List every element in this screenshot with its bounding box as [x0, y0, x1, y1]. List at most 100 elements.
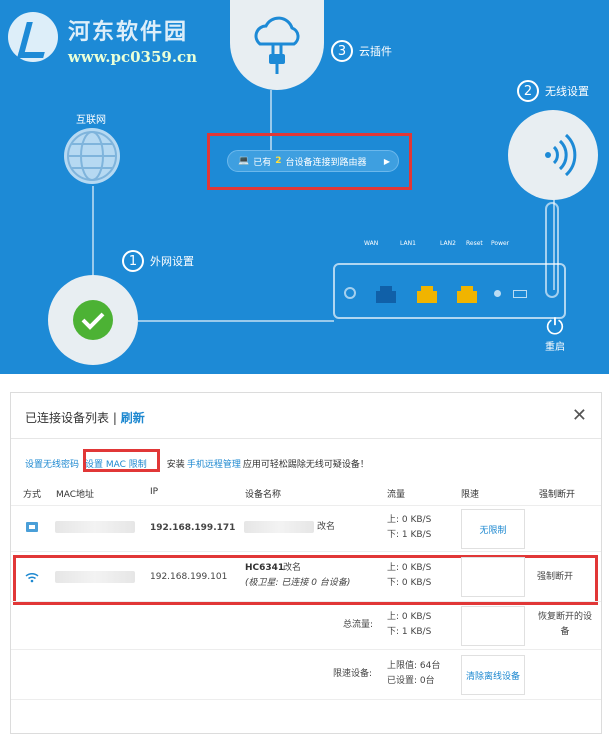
connector-line — [92, 186, 94, 278]
total-speed-box — [461, 606, 525, 646]
cloud-plugin-button[interactable] — [230, 0, 324, 90]
globe-icon — [64, 128, 120, 184]
col-name: 设备名称 — [245, 490, 282, 500]
step-wan[interactable]: 1 外网设置 — [122, 250, 194, 272]
col-disconnect: 强制断开 — [539, 490, 576, 500]
device-name: HC6341 — [245, 563, 285, 573]
lan2-port-icon — [457, 286, 477, 303]
total-down: 下: 1 KB/S — [387, 627, 432, 637]
table-header: 方式 MAC地址 IP 设备名称 流量 限速 强制断开 — [11, 485, 601, 503]
status-prefix: 已有 — [253, 157, 272, 168]
watermark-url: www.pc0359.cn — [68, 48, 198, 66]
remote-app-link[interactable]: 手机远程管理 — [187, 457, 241, 470]
install-prefix: 安装 — [166, 460, 185, 470]
wan-settings-button[interactable] — [48, 275, 138, 365]
cloud-plug-icon — [254, 16, 300, 74]
power-socket-icon — [513, 290, 527, 298]
divider — [11, 601, 601, 602]
port-label-power: Power — [491, 240, 510, 247]
status-suffix: 台设备连接到路由器 — [285, 157, 367, 168]
wireless-settings-button[interactable] — [508, 110, 598, 200]
port-label-wan: WAN — [364, 240, 379, 247]
laptop-icon: 💻 — [238, 156, 250, 166]
step-number: 2 — [517, 80, 539, 102]
watermark-logo-icon — [8, 12, 58, 62]
rename-link[interactable]: 改名 — [283, 561, 301, 576]
mac-limit-link[interactable]: 设置 MAC 限制 — [85, 457, 147, 470]
limited-label: 限速设备: — [333, 669, 373, 679]
divider — [11, 699, 601, 700]
restore-disconnected-link[interactable]: 恢复断开的设备 — [537, 610, 593, 640]
reboot-button[interactable]: ⏻ 重启 — [540, 315, 570, 354]
speed-limit-value: 无限制 — [479, 525, 507, 536]
device-ip: 192.168.199.101 — [150, 572, 228, 582]
step-number: 1 — [122, 250, 144, 272]
clear-offline-label: 清除离线设备 — [465, 671, 520, 682]
divider — [11, 649, 601, 650]
mac-address-redacted — [55, 571, 135, 583]
step-label: 云插件 — [359, 45, 392, 58]
play-arrow-icon: ▶ — [383, 156, 390, 166]
port-label-lan1: LAN1 — [400, 240, 416, 247]
step-label: 外网设置 — [150, 255, 194, 268]
title-text: 已连接设备列表 — [25, 411, 110, 425]
speed-limit-button[interactable]: 无限制 — [461, 509, 525, 549]
device-count: 2 — [275, 156, 282, 166]
limit-set: 已设置: 0台 — [387, 676, 435, 686]
total-label: 总流量: — [343, 620, 374, 630]
dialog-title: 已连接设备列表 | 刷新 — [25, 409, 145, 426]
divider — [11, 551, 601, 552]
step-wireless[interactable]: 2 无线设置 — [517, 80, 589, 102]
antenna-jack-icon — [344, 287, 356, 299]
lan-icon — [26, 522, 38, 532]
step-label: 无线设置 — [545, 85, 589, 98]
device-ip: 192.168.199.171 — [150, 523, 236, 533]
router-device — [333, 263, 566, 319]
antenna-icon — [545, 202, 559, 298]
limit-max: 上限值: 64台 — [387, 661, 441, 671]
lan1-port-icon — [417, 286, 437, 303]
wifi-password-link[interactable]: 设置无线密码 — [25, 457, 79, 470]
clear-offline-button[interactable]: 清除离线设备 — [461, 655, 525, 695]
col-type: 方式 — [23, 490, 42, 500]
router-status-panel: 河东软件园 www.pc0359.cn 3 云插件 互联网 💻 已有 2 台设备 — [0, 0, 609, 374]
title-separator: | — [109, 411, 121, 425]
wifi-signal-icon — [545, 133, 577, 177]
port-label-reset: Reset — [466, 240, 483, 247]
col-mac: MAC地址 — [56, 490, 95, 500]
reboot-label: 重启 — [545, 342, 565, 353]
power-icon: ⏻ — [546, 315, 564, 340]
watermark: 河东软件园 www.pc0359.cn — [6, 8, 206, 70]
check-icon — [73, 300, 113, 340]
install-suffix: 应用可轻松踢除无线可疑设备！ — [242, 460, 369, 470]
traffic-up: 上: 0 KB/S — [387, 563, 432, 573]
port-label-lan2: LAN2 — [440, 240, 456, 247]
reset-hole-icon — [494, 290, 501, 297]
force-disconnect-link[interactable]: 强制断开 — [537, 570, 573, 585]
close-icon[interactable]: ✕ — [572, 405, 587, 426]
step-number: 3 — [331, 40, 353, 62]
step-cloud-plugin[interactable]: 3 云插件 — [331, 40, 392, 62]
traffic-down: 下: 0 KB/S — [387, 578, 432, 588]
rename-link[interactable]: 改名 — [317, 520, 335, 535]
device-name-redacted — [244, 521, 314, 533]
internet-label: 互联网 — [76, 115, 106, 126]
dialog-toolbar: 设置无线密码 设置 MAC 限制 安装 手机远程管理 应用可轻松踢除无线可疑设备… — [25, 457, 369, 470]
dialog-header: 已连接设备列表 | 刷新 ✕ — [11, 393, 601, 439]
connector-line — [138, 320, 334, 322]
traffic-up: 上: 0 KB/S — [387, 515, 432, 525]
watermark-title: 河东软件园 — [68, 19, 189, 45]
col-ip: IP — [150, 487, 159, 497]
speed-limit-button[interactable] — [461, 557, 525, 597]
device-subtitle: (极卫星: 已连接 0 台设备) — [245, 578, 351, 588]
total-up: 上: 0 KB/S — [387, 612, 432, 622]
col-traffic: 流量 — [387, 490, 406, 500]
wan-port-icon — [376, 286, 396, 303]
traffic-down: 下: 1 KB/S — [387, 530, 432, 540]
divider — [11, 505, 601, 506]
mac-address-redacted — [55, 521, 135, 533]
connected-devices-button[interactable]: 💻 已有 2 台设备连接到路由器 ▶ — [227, 150, 399, 172]
device-list-dialog: 已连接设备列表 | 刷新 ✕ 设置无线密码 设置 MAC 限制 安装 手机远程管… — [10, 392, 602, 734]
col-speed-limit: 限速 — [461, 490, 480, 500]
refresh-link[interactable]: 刷新 — [121, 411, 145, 425]
